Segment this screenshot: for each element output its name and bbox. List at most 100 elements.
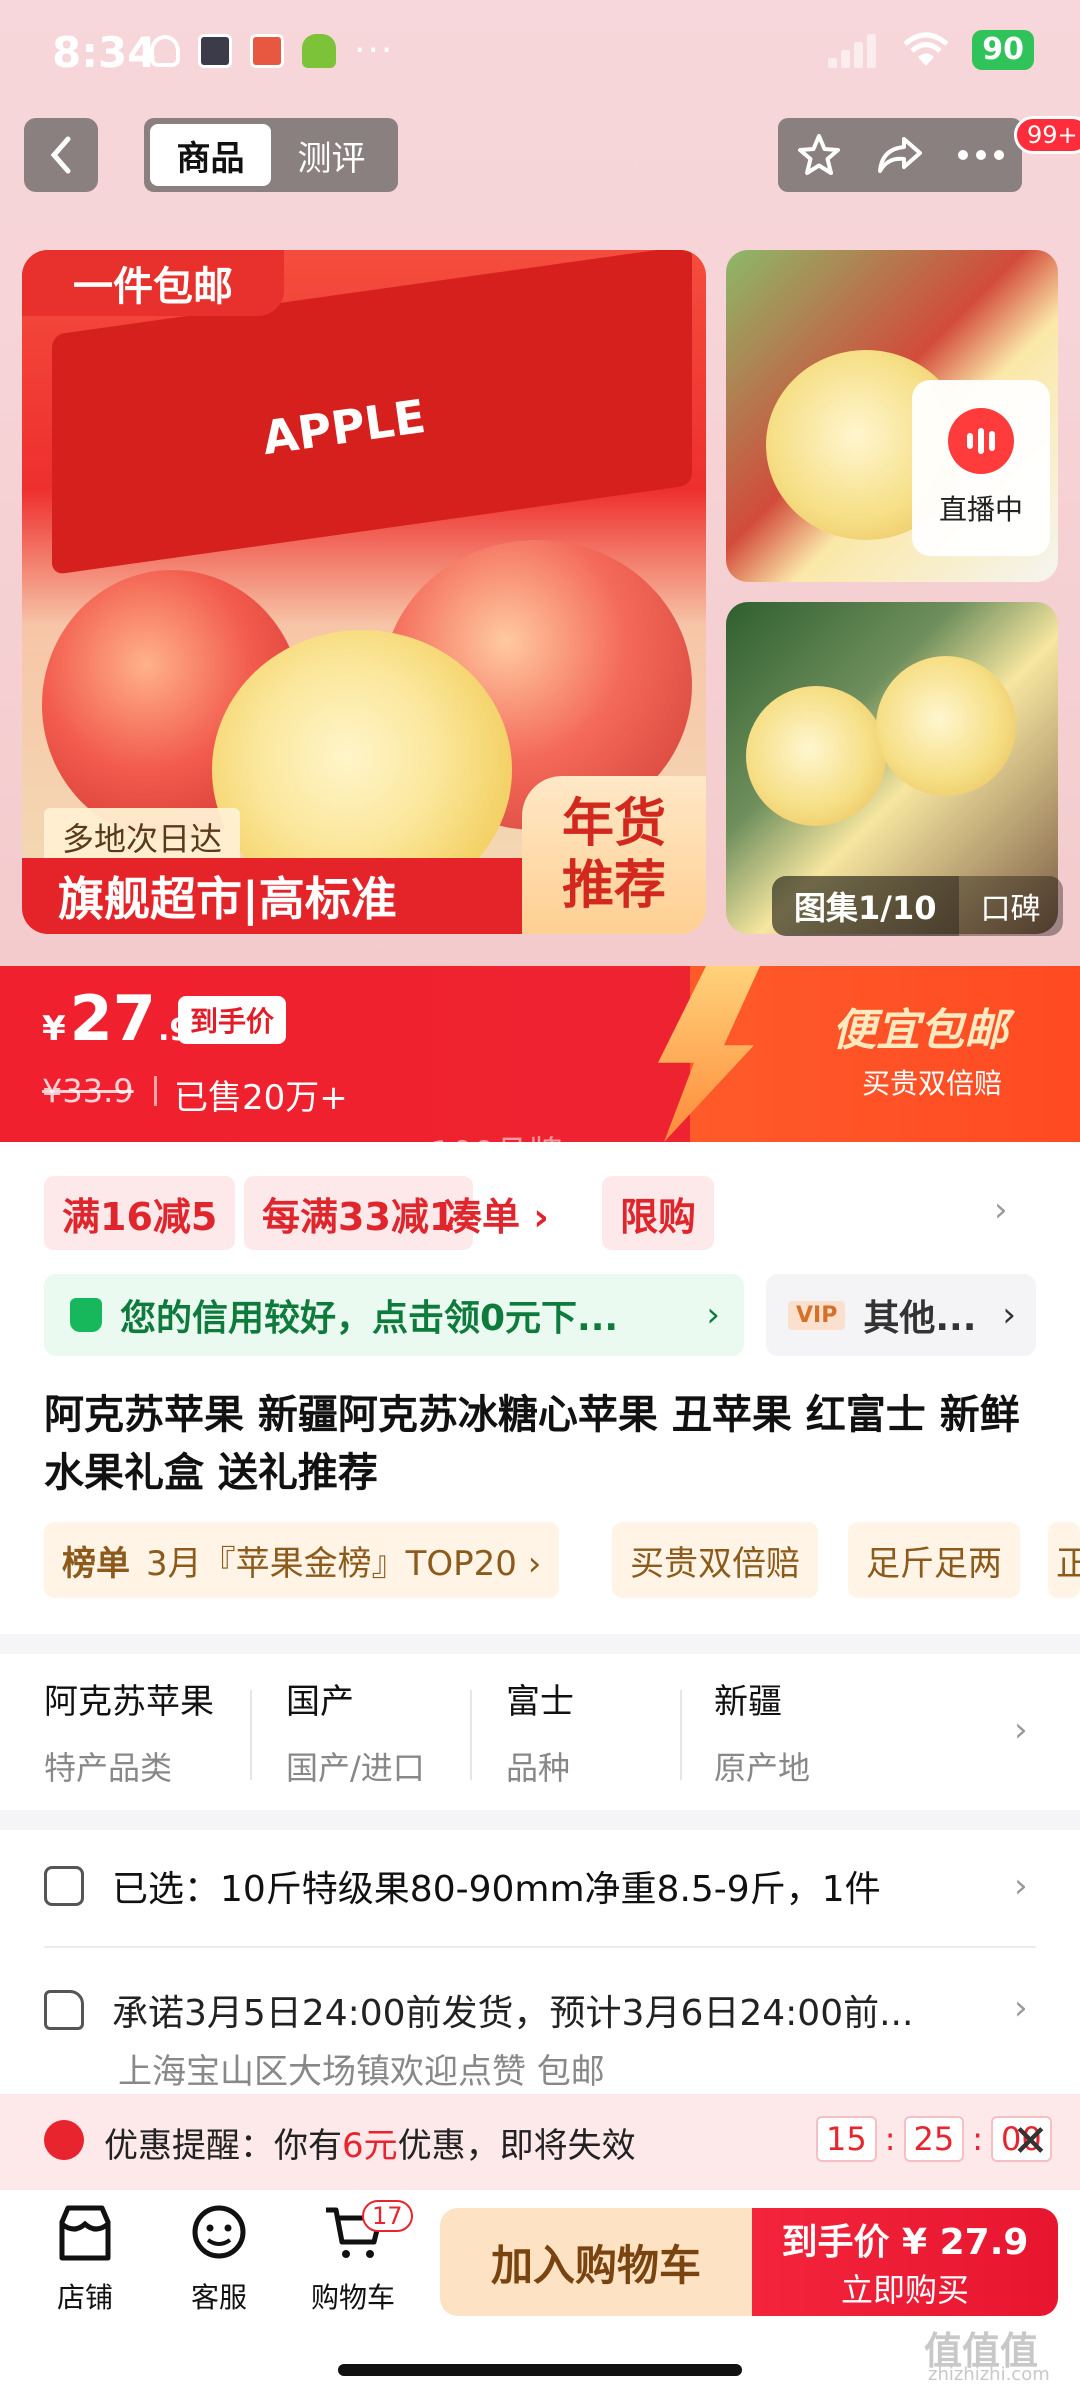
tag-genuine[interactable]: 正: [1048, 1522, 1080, 1598]
add-to-cart-button[interactable]: 加入购物车: [440, 2208, 752, 2316]
mute-bell-icon: [150, 35, 180, 67]
brand-faint-text: 100品牌: [430, 1134, 563, 1174]
watermark-url: zhizhizhi.com: [928, 2364, 1050, 2385]
credit-offer[interactable]: 您的信用较好，点击领0元下... ›: [44, 1274, 744, 1356]
tag-double-refund[interactable]: 买贵双倍赔: [612, 1522, 818, 1598]
coupon-per-33[interactable]: 每满33减1: [244, 1176, 474, 1250]
chevron-right-icon[interactable]: ›: [1014, 1710, 1028, 1750]
final-price-tag: 到手价: [178, 996, 287, 1044]
live-icon: [948, 408, 1014, 474]
message-badge: 99+: [1014, 116, 1080, 154]
coupon-add-on[interactable]: 凑单 ›: [444, 1176, 567, 1250]
price-banner: ¥ 27 .9 到手价 ¥33.9 已售20万+ 便宜包邮 买贵双倍赔: [0, 966, 1080, 1142]
reminder-text: 优惠提醒：你有6元优惠，即将失效: [104, 2118, 636, 2167]
attribute-value: 阿克苏苹果: [44, 1682, 214, 1722]
home-indicator[interactable]: [338, 2364, 742, 2376]
share-icon[interactable]: [870, 125, 930, 185]
android-icon: [302, 34, 336, 68]
tag-full-weight[interactable]: 足斤足两: [848, 1522, 1020, 1598]
price-symbol: ¥: [42, 1009, 66, 1049]
ranking-key: 榜单: [62, 1543, 130, 1584]
free-shipping-tag: 一件包邮: [22, 250, 284, 316]
live-stream-button[interactable]: 直播中: [912, 380, 1050, 556]
coupon-limit[interactable]: 限购: [602, 1176, 715, 1250]
apple-cut-illustration: [746, 686, 886, 826]
shipping-row[interactable]: 承诺3月5日24:00前发货，预计3月6日24:00前...: [44, 1984, 1044, 2036]
divider: [680, 1690, 682, 1780]
flagship-strip: 旗舰超市|高标准: [22, 858, 522, 934]
battery-indicator: 90: [972, 30, 1034, 70]
back-button[interactable]: [24, 118, 98, 192]
timer-hours: 15: [816, 2116, 877, 2162]
shopping-bag-icon: [70, 1298, 102, 1332]
vip-offer[interactable]: VIP 其他... ›: [766, 1274, 1036, 1356]
store-label: 店铺: [56, 2281, 113, 2314]
promo-subtitle: 买贵双倍赔: [862, 1067, 1003, 1100]
coupon-reminder-bar[interactable]: 优惠提醒：你有6元优惠，即将失效 15 : 25 : 00 ✕: [0, 2094, 1080, 2190]
chevron-right-icon: ›: [1002, 1295, 1016, 1335]
selected-spec-text: 已选：10斤特级果80-90mm净重8.5-9斤，1件: [112, 1869, 881, 1910]
attribute-origin-type: 国产 国产/进口: [286, 1674, 425, 1789]
buy-now-price: 到手价 ¥ 27.9: [781, 2222, 1029, 2263]
status-right: 90: [828, 30, 1034, 70]
divider: [154, 1076, 157, 1106]
cart-count-badge: 17: [362, 2200, 413, 2232]
cart-label: 购物车: [310, 2281, 395, 2314]
shipping-subtext: 上海宝山区大场镇欢迎点赞 包邮: [118, 2052, 605, 2092]
new-year-badge: 年货 推荐: [522, 776, 706, 934]
shipping-text: 承诺3月5日24:00前发货，预计3月6日24:00前...: [112, 1993, 914, 2034]
gallery-indicator[interactable]: 图集1/10 口碑: [772, 876, 1063, 936]
selected-spec-row[interactable]: 已选：10斤特级果80-90mm净重8.5-9斤，1件: [44, 1860, 1044, 1912]
customer-service-icon: [192, 2205, 246, 2259]
customer-service-label: 客服: [190, 2281, 247, 2314]
status-bar: 8:34 ··· 90: [0, 0, 1080, 110]
attribute-key: 原产地: [714, 1749, 811, 1787]
attribute-variety: 富士 品种: [506, 1674, 574, 1789]
store-icon: [59, 2205, 111, 2261]
product-title: 阿克苏苹果 新疆阿克苏冰糖心苹果 丑苹果 红富士 新鲜水果礼盒 送礼推荐: [44, 1392, 1020, 1496]
tab-review[interactable]: 测评: [271, 124, 392, 186]
divider: [250, 1690, 252, 1780]
reminder-prefix: 优惠提醒：你有: [104, 2126, 342, 2166]
status-time: 8:34: [52, 28, 157, 77]
section-divider: [0, 1810, 1080, 1830]
more-menu-icon[interactable]: [951, 125, 1011, 185]
attribute-category: 阿克苏苹果 特产品类: [44, 1674, 214, 1789]
nav-actions: [778, 118, 1022, 192]
chevron-right-icon[interactable]: ›: [994, 1190, 1008, 1230]
alarm-clock-icon: [44, 2120, 84, 2160]
tab-switch: 商品 测评: [144, 118, 398, 192]
buy-now-button[interactable]: 到手价 ¥ 27.9 立即购买: [752, 2208, 1058, 2316]
customer-service-button[interactable]: 客服: [164, 2202, 274, 2316]
divider: [44, 1946, 1036, 1948]
close-icon[interactable]: ✕: [1012, 2116, 1049, 2167]
vip-icon: VIP: [788, 1300, 846, 1330]
sold-count: 已售20万+: [174, 1078, 348, 1118]
attribute-value: 国产: [286, 1682, 354, 1722]
gallery-review-tab[interactable]: 口碑: [958, 876, 1063, 936]
new-year-line1: 年货: [561, 794, 666, 854]
store-button[interactable]: 店铺: [30, 2202, 140, 2316]
tab-product[interactable]: 商品: [150, 124, 271, 186]
attribute-value: 新疆: [714, 1682, 782, 1722]
buy-now-label: 立即购买: [840, 2271, 969, 2309]
coupon-full-reduction[interactable]: 满16减5: [44, 1176, 236, 1250]
apple-cut-illustration: [876, 656, 1016, 796]
attribute-key: 品种: [506, 1749, 571, 1787]
favorite-star-icon[interactable]: [789, 125, 849, 185]
chevron-left-icon: [50, 136, 71, 174]
timer-colon: :: [972, 2120, 983, 2158]
attribute-value: 富士: [506, 1682, 574, 1722]
promo-title: 便宜包邮: [832, 1005, 1008, 1056]
ranking-badge[interactable]: 榜单 3月『苹果金榜』TOP20 ›: [44, 1522, 560, 1598]
signal-icon: [828, 32, 880, 68]
screen-icon: [198, 34, 232, 68]
reminder-amount: 6元: [342, 2126, 398, 2166]
chevron-right-icon: ›: [706, 1295, 720, 1335]
wifi-icon: [903, 32, 949, 66]
attribute-key: 国产/进口: [286, 1749, 425, 1787]
delivery-truck-icon: [44, 1990, 84, 2030]
note-icon: [250, 34, 284, 68]
vip-text: 其他...: [863, 1298, 977, 1339]
timer-colon: :: [884, 2120, 896, 2158]
